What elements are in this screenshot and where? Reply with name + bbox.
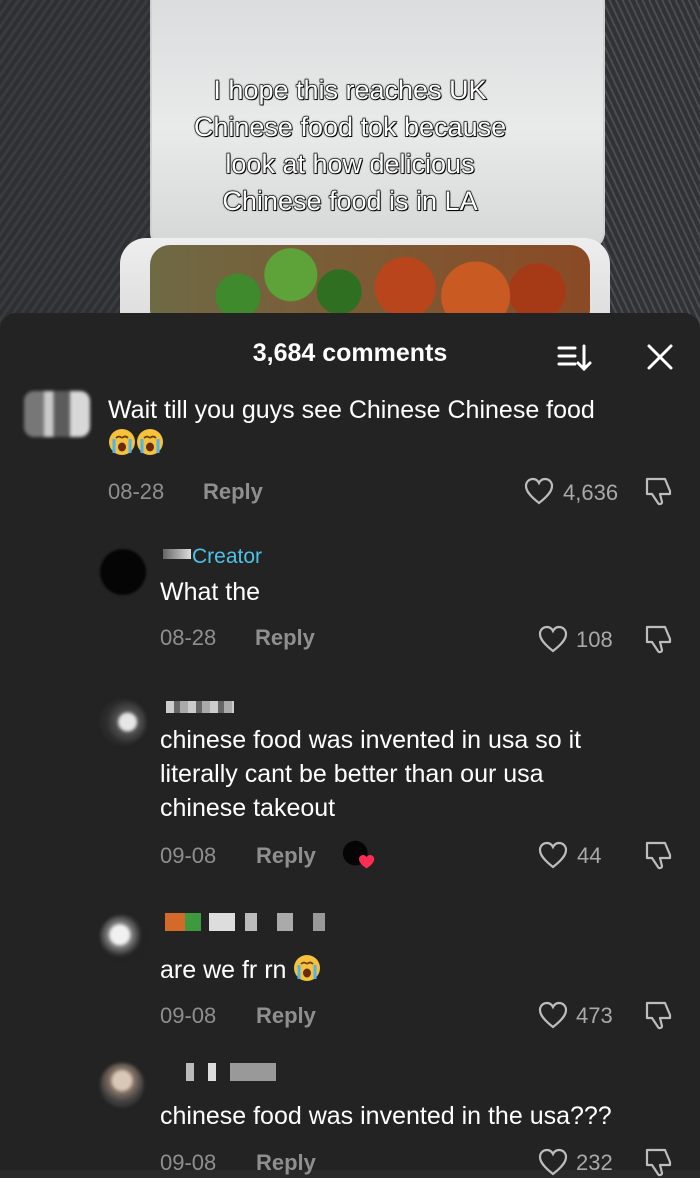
like-count: 232 bbox=[576, 1150, 613, 1175]
comments-header: 3,684 comments bbox=[0, 313, 700, 393]
heart-icon[interactable] bbox=[538, 1148, 568, 1176]
avatar[interactable] bbox=[100, 915, 144, 959]
close-icon[interactable] bbox=[644, 341, 676, 373]
comment-body: Wait till you guys see Chinese Chinese f… bbox=[108, 396, 595, 424]
comment-text: chinese food was invented in usa so it l… bbox=[160, 723, 680, 825]
comments-sheet: 3,684 comments Wait till you guys see Ch… bbox=[0, 313, 700, 1177]
avatar[interactable] bbox=[24, 391, 90, 437]
username-blurred bbox=[166, 701, 234, 713]
heart-icon[interactable] bbox=[538, 1001, 568, 1029]
comment-item: chinese food was invented in the usa??? … bbox=[0, 1061, 700, 1177]
comment-item: Wait till you guys see Chinese Chinese f… bbox=[0, 391, 700, 521]
video-background[interactable]: I hope this reaches UK Chinese food tok … bbox=[0, 0, 700, 330]
sort-icon[interactable] bbox=[556, 341, 594, 375]
avatar[interactable] bbox=[100, 699, 146, 745]
caption-line: Chinese food tok because bbox=[193, 111, 507, 142]
comment-line: chinese takeout bbox=[160, 794, 336, 822]
comment-date: 08-28 bbox=[160, 625, 217, 650]
username-blurred bbox=[163, 549, 191, 559]
reply-button[interactable]: Reply bbox=[203, 479, 263, 505]
comment-item: are we fr rn 09-08 Reply 473 bbox=[0, 911, 700, 1031]
video-caption: I hope this reaches UK Chinese food tok … bbox=[150, 72, 550, 220]
caption-line: look at how delicious bbox=[225, 148, 476, 179]
like-count: 4,636 bbox=[563, 480, 619, 505]
comment-date: 09-08 bbox=[160, 843, 217, 868]
crying-face-emoji-icon bbox=[137, 429, 163, 455]
dislike-icon[interactable] bbox=[643, 623, 675, 655]
reply-button[interactable]: Reply bbox=[256, 1003, 316, 1029]
avatar[interactable] bbox=[100, 1063, 144, 1107]
reply-button[interactable]: Reply bbox=[256, 843, 316, 869]
avatar[interactable] bbox=[100, 549, 146, 595]
dislike-icon[interactable] bbox=[643, 839, 675, 871]
comment-line: chinese food was invented in usa so it bbox=[160, 726, 582, 754]
crying-face-emoji-icon bbox=[294, 955, 321, 981]
comment-count: 3,684 comments bbox=[252, 339, 448, 367]
comment-line: literally cant be better than our usa bbox=[160, 760, 544, 788]
comment-text: chinese food was invented in the usa??? bbox=[160, 1102, 612, 1130]
dislike-icon[interactable] bbox=[643, 999, 675, 1031]
comment-text: are we fr rn bbox=[160, 953, 321, 987]
dislike-icon[interactable] bbox=[643, 1146, 675, 1178]
like-count: 44 bbox=[577, 843, 602, 868]
like-count: 108 bbox=[576, 627, 613, 652]
comment-date: 08-28 bbox=[108, 479, 165, 504]
comment-date: 09-08 bbox=[160, 1150, 217, 1175]
reply-button[interactable]: Reply bbox=[256, 1150, 316, 1176]
username-blurred bbox=[186, 1063, 276, 1081]
username-blurred bbox=[165, 913, 343, 931]
heart-icon[interactable] bbox=[524, 477, 554, 505]
comment-text: What the bbox=[160, 578, 261, 606]
comment-item: chinese food was invented in usa so it l… bbox=[0, 693, 700, 883]
dislike-icon[interactable] bbox=[643, 475, 675, 507]
comment-date: 09-08 bbox=[160, 1003, 217, 1028]
reply-button[interactable]: Reply bbox=[255, 625, 315, 651]
comment-item: Creator What the 08-28 Reply 108 bbox=[0, 543, 700, 663]
heart-icon[interactable] bbox=[538, 625, 568, 653]
like-count: 473 bbox=[576, 1003, 613, 1028]
creator-label: Creator bbox=[192, 545, 263, 568]
creator-liked-heart-icon bbox=[342, 840, 375, 869]
comment-text: Wait till you guys see Chinese Chinese f… bbox=[108, 393, 678, 461]
comment-body: are we fr rn bbox=[160, 956, 287, 984]
heart-icon[interactable] bbox=[538, 841, 568, 869]
caption-line: I hope this reaches UK bbox=[213, 74, 488, 105]
crying-face-emoji-icon bbox=[109, 429, 135, 455]
caption-line: Chinese food is in LA bbox=[222, 185, 479, 216]
